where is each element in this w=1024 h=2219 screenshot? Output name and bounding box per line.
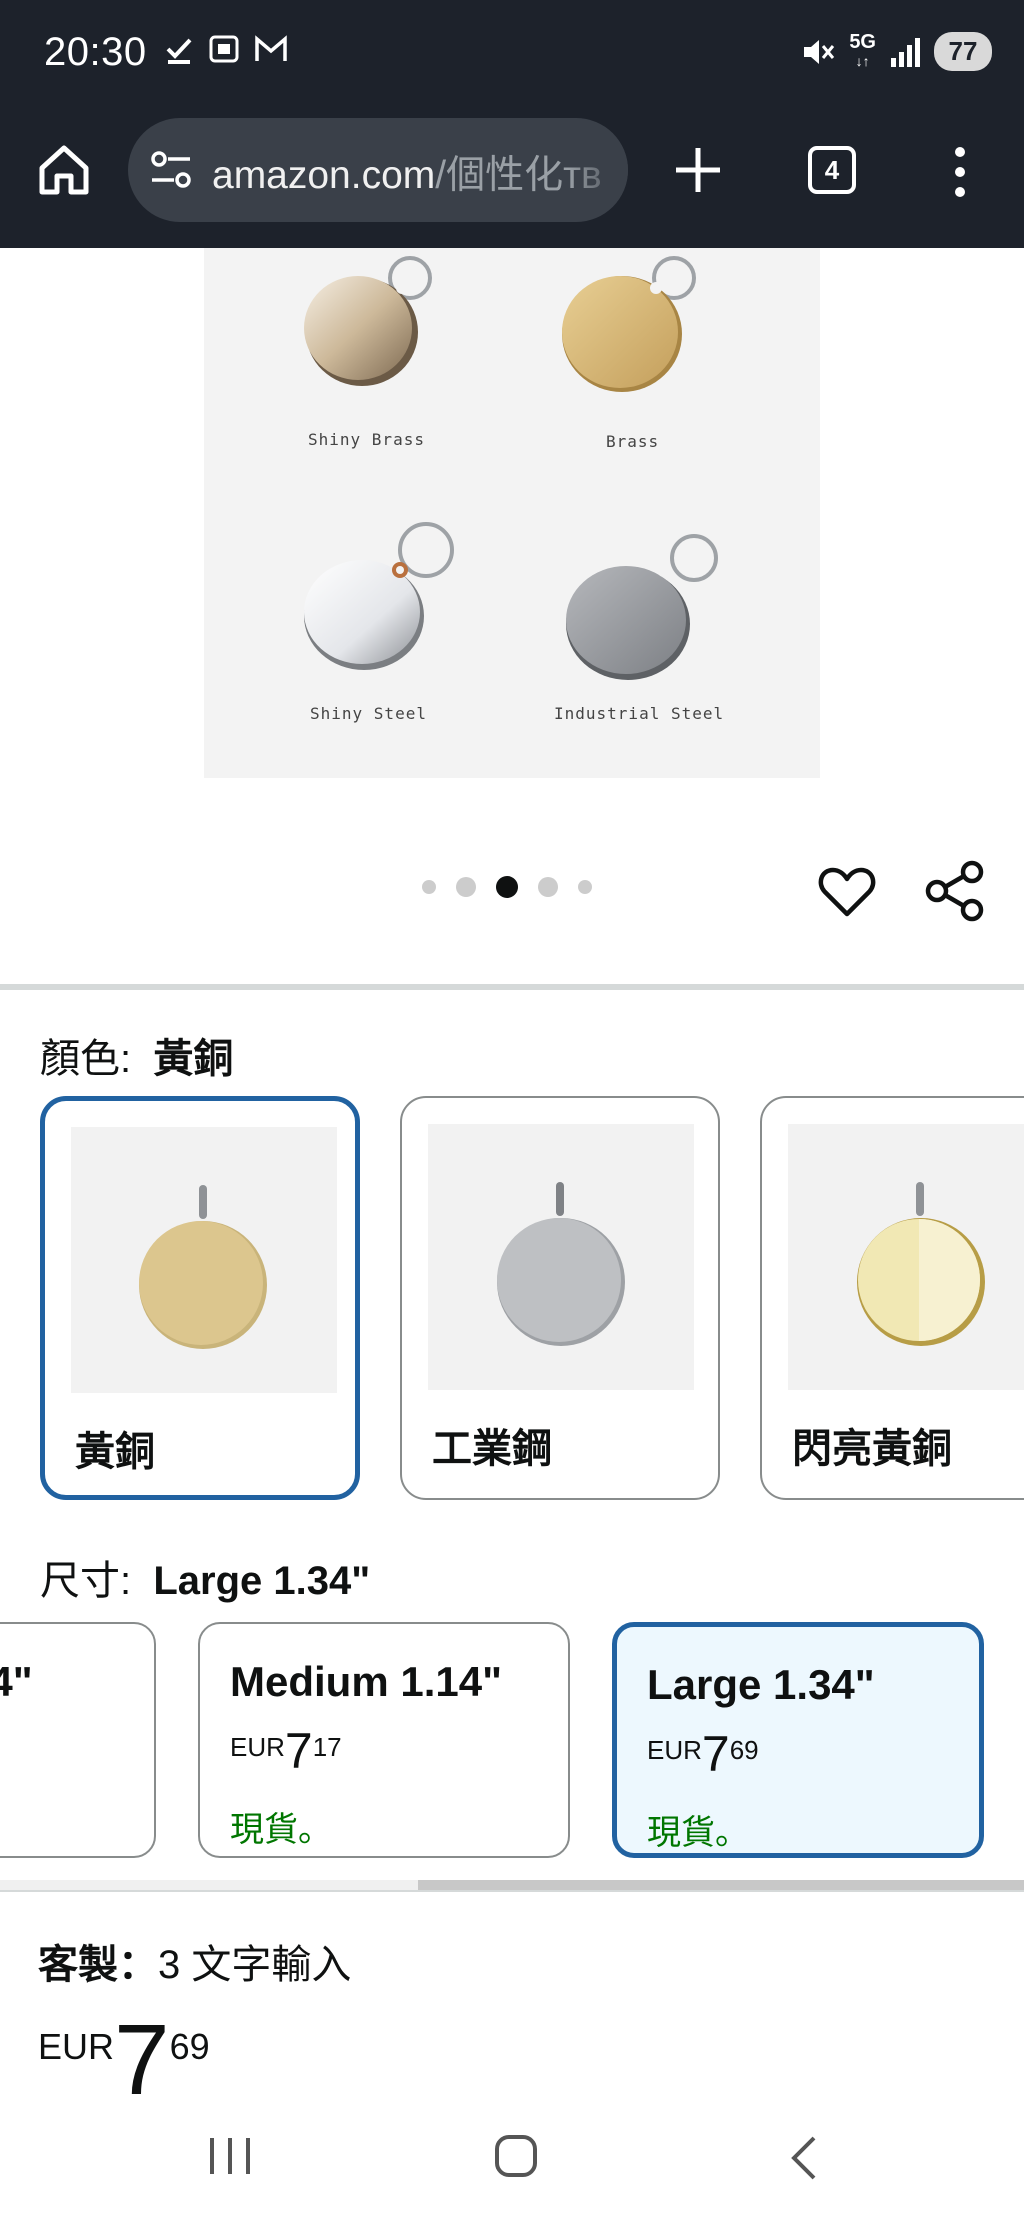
system-navigation-bar — [0, 2110, 1024, 2219]
tag-illustration — [304, 256, 718, 680]
color-option-industrial-steel[interactable]: 工業鋼 — [400, 1096, 720, 1500]
gmail-icon — [255, 35, 287, 61]
size-option-large[interactable]: Large 1.34" EUR 7 69 現貨。 — [612, 1622, 984, 1858]
share-icon[interactable] — [924, 860, 986, 922]
size-scrollbar[interactable] — [418, 1880, 1024, 1890]
new-tab-icon[interactable] — [672, 144, 724, 196]
size-selected-value: Large 1.34" — [153, 1559, 371, 1603]
size-option-name: Medium 1.14" — [230, 1658, 502, 1705]
color-option-label: 工業鋼 — [432, 1427, 552, 1471]
carousel-dot-active[interactable] — [496, 876, 518, 898]
tab-switcher-button[interactable]: 4 — [808, 146, 856, 194]
section-divider — [0, 1890, 1024, 1892]
system-icons: 5G ↓↑ 77 — [801, 32, 992, 71]
color-option-shiny-brass[interactable]: 閃亮黃銅 — [760, 1096, 1024, 1500]
swatch-image — [71, 1127, 337, 1393]
more-options-icon[interactable] — [940, 144, 980, 200]
check-icon — [166, 38, 192, 64]
price: EUR 7 69 — [38, 2010, 210, 2110]
tag-label-shiny-steel: Shiny Steel — [310, 704, 427, 723]
browser-toolbar: amazon.com/個性化тв 4 — [0, 108, 1024, 248]
tag-label-brass: Brass — [606, 432, 660, 451]
home-icon[interactable] — [36, 142, 92, 198]
color-option-brass[interactable]: 黃銅 — [40, 1096, 360, 1500]
status-time: 20:30 — [44, 30, 147, 74]
swatch-image — [428, 1124, 694, 1390]
signal-icon — [891, 37, 920, 67]
size-option-medium[interactable]: Medium 1.14" EUR 7 17 現貨。 — [198, 1622, 570, 1858]
recent-apps-icon[interactable] — [206, 2134, 254, 2178]
tag-label-shiny-brass: Shiny Brass — [308, 430, 425, 449]
url-text[interactable]: amazon.com/個性化тв — [212, 144, 612, 200]
size-option-partial[interactable]: 04" — [0, 1622, 156, 1858]
customization-label: 客製： — [38, 1943, 158, 1987]
carousel-dot[interactable] — [538, 877, 558, 897]
home-nav-icon[interactable] — [494, 2132, 538, 2180]
color-label: 顏色: — [40, 1037, 132, 1081]
carousel-dot[interactable] — [578, 880, 592, 894]
back-icon[interactable] — [786, 2134, 822, 2182]
size-option-name: Large 1.34" — [647, 1661, 875, 1708]
mute-icon — [804, 39, 835, 64]
color-label-row: 顏色: 黃銅 — [40, 1026, 233, 1084]
size-label-row: 尺寸: Large 1.34" — [40, 1548, 370, 1606]
image-carousel-dots[interactable] — [412, 876, 602, 898]
stock-status: 現貨。 — [230, 1811, 332, 1849]
notification-icons — [164, 34, 288, 64]
carousel-dot[interactable] — [422, 880, 436, 894]
screenshot-icon — [209, 35, 239, 63]
size-option-name: 04" — [0, 1658, 33, 1705]
url-domain: amazon.com — [212, 154, 436, 197]
color-selected-value: 黃銅 — [153, 1037, 234, 1081]
size-label: 尺寸: — [40, 1559, 132, 1603]
status-bar: 20:30 5G ↓↑ 77 — [0, 0, 1024, 108]
size-option-price: EUR 7 69 — [647, 1726, 759, 1782]
customization-row: 客製：3 文字輸入 — [38, 1932, 351, 1990]
battery-icon: 77 — [934, 32, 992, 71]
size-option-price: EUR 7 17 — [230, 1723, 342, 1779]
price-fraction: 69 — [169, 2026, 210, 2067]
tag-label-industrial-steel: Industrial Steel — [554, 704, 725, 723]
swatch-image — [788, 1124, 1024, 1390]
color-option-label: 黃銅 — [75, 1430, 155, 1474]
site-settings-icon[interactable] — [150, 150, 192, 190]
heart-icon[interactable] — [818, 862, 876, 920]
price-currency: EUR — [38, 2026, 115, 2067]
url-bar[interactable]: amazon.com/個性化тв — [128, 118, 628, 222]
section-divider — [0, 984, 1024, 990]
price-whole: 7 — [114, 2004, 170, 2116]
stock-status: 現貨。 — [647, 1814, 749, 1852]
5g-icon: 5G ↓↑ — [849, 31, 876, 69]
customization-value: 3 文字輸入 — [158, 1943, 352, 1987]
color-option-label: 閃亮黃銅 — [792, 1427, 952, 1471]
product-image[interactable]: Shiny Brass Brass Shiny Steel Industrial… — [204, 248, 820, 778]
carousel-dot[interactable] — [456, 877, 476, 897]
